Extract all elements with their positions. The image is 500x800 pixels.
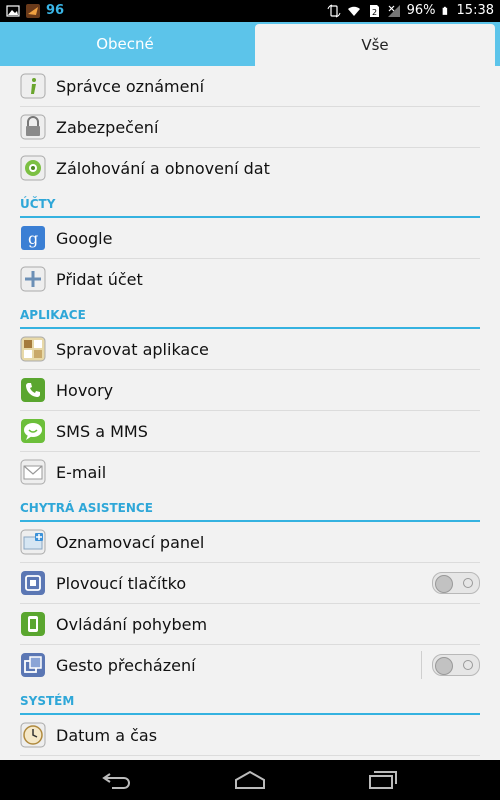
settings-item-label: Oznamovací panel bbox=[56, 532, 205, 552]
section-title: CHYTRÁ ASISTENCE bbox=[20, 501, 153, 515]
settings-item-notifications[interactable]: Správce oznámení bbox=[20, 66, 480, 107]
settings-item-security[interactable]: Zabezpečení bbox=[20, 107, 480, 148]
settings-item-label: Spravovat aplikace bbox=[56, 339, 209, 359]
recent-apps-icon[interactable] bbox=[362, 768, 402, 792]
notification-count: 96 bbox=[46, 3, 65, 18]
settings-item-label: Google bbox=[56, 228, 113, 248]
section-title: SYSTÉM bbox=[20, 694, 75, 708]
section-title: ÚČTY bbox=[20, 197, 56, 211]
section-header-system: SYSTÉM bbox=[20, 685, 480, 715]
settings-item-label: Ovládání pohybem bbox=[56, 614, 208, 634]
lock-icon bbox=[20, 114, 46, 140]
toggle-off-indicator bbox=[463, 578, 473, 588]
home-icon[interactable] bbox=[230, 768, 270, 792]
backup-icon bbox=[20, 155, 46, 181]
wifi-icon bbox=[347, 6, 360, 16]
toggle-knob bbox=[435, 575, 453, 593]
settings-item-add-account[interactable]: Přidat účet bbox=[20, 259, 480, 299]
settings-item-google[interactable]: g Google bbox=[20, 218, 480, 259]
clock-icon bbox=[20, 722, 46, 748]
settings-item-label: Gesto přecházení bbox=[56, 655, 196, 675]
settings-item-calls[interactable]: Hovory bbox=[20, 370, 480, 411]
settings-item-label: Zálohování a obnovení dat bbox=[56, 158, 270, 178]
no-signal-icon bbox=[387, 4, 400, 17]
battery-percent: 96% bbox=[406, 3, 436, 18]
settings-item-label: E-mail bbox=[56, 462, 107, 482]
settings-item-label: Hovory bbox=[56, 380, 114, 400]
app-notification-icon bbox=[26, 3, 40, 18]
clock: 15:38 bbox=[456, 3, 494, 18]
status-bar: 96 2 96% 15:38 bbox=[0, 0, 500, 22]
settings-item-backup[interactable]: Zálohování a obnovení dat bbox=[20, 148, 480, 188]
section-header-apps: APLIKACE bbox=[20, 299, 480, 329]
toggle-off-indicator bbox=[463, 660, 473, 670]
settings-item-label: SMS a MMS bbox=[56, 421, 148, 441]
back-icon[interactable] bbox=[98, 768, 138, 792]
google-icon: g bbox=[21, 226, 45, 250]
tab-bar: Obecné Vše bbox=[0, 22, 500, 66]
settings-item-label: Správce oznámení bbox=[56, 76, 205, 96]
settings-item-label: Datum a čas bbox=[56, 725, 158, 745]
apps-grid-icon bbox=[20, 336, 46, 362]
floating-button-icon bbox=[21, 571, 45, 595]
section-title: APLIKACE bbox=[20, 308, 86, 322]
motion-icon bbox=[21, 612, 45, 636]
phone-icon bbox=[21, 378, 45, 402]
settings-list: Správce oznámení Zabezpečení Zálohování … bbox=[0, 66, 500, 760]
settings-item-gesture[interactable]: Gesto přecházení bbox=[20, 645, 480, 685]
section-header-smart-assist: CHYTRÁ ASISTENCE bbox=[20, 492, 480, 522]
settings-item-label: Plovoucí tlačítko bbox=[56, 573, 187, 593]
floating-button-toggle[interactable] bbox=[432, 572, 480, 594]
battery-icon bbox=[442, 6, 447, 15]
sim-icon: 2 bbox=[369, 4, 379, 17]
settings-item-email[interactable]: E-mail bbox=[20, 452, 480, 492]
plus-icon bbox=[20, 266, 46, 292]
settings-item-date-time[interactable]: Datum a čas bbox=[20, 715, 480, 756]
svg-text:g: g bbox=[28, 229, 38, 248]
tab-vse[interactable]: Vše bbox=[255, 24, 495, 66]
image-notification-icon bbox=[6, 4, 20, 17]
gesture-toggle[interactable] bbox=[432, 654, 480, 676]
divider bbox=[421, 651, 422, 679]
settings-item-sms[interactable]: SMS a MMS bbox=[20, 411, 480, 452]
tab-obecne[interactable]: Obecné bbox=[0, 22, 250, 66]
notification-panel-icon bbox=[20, 529, 46, 555]
info-icon bbox=[20, 73, 46, 99]
gesture-icon bbox=[21, 653, 45, 677]
toggle-knob bbox=[435, 657, 453, 675]
rotation-icon bbox=[327, 4, 341, 17]
section-header-accounts: ÚČTY bbox=[20, 188, 480, 218]
envelope-icon bbox=[20, 459, 46, 485]
settings-item-label: Zabezpečení bbox=[56, 117, 159, 137]
settings-item-floating-button[interactable]: Plovoucí tlačítko bbox=[20, 563, 480, 604]
svg-text:2: 2 bbox=[372, 8, 377, 17]
settings-item-label: Přidat účet bbox=[56, 269, 143, 289]
settings-item-notification-panel[interactable]: Oznamovací panel bbox=[20, 522, 480, 563]
settings-item-motion-control[interactable]: Ovládání pohybem bbox=[20, 604, 480, 645]
navigation-bar bbox=[0, 760, 500, 800]
message-icon bbox=[21, 419, 45, 443]
settings-item-manage-apps[interactable]: Spravovat aplikace bbox=[20, 329, 480, 370]
